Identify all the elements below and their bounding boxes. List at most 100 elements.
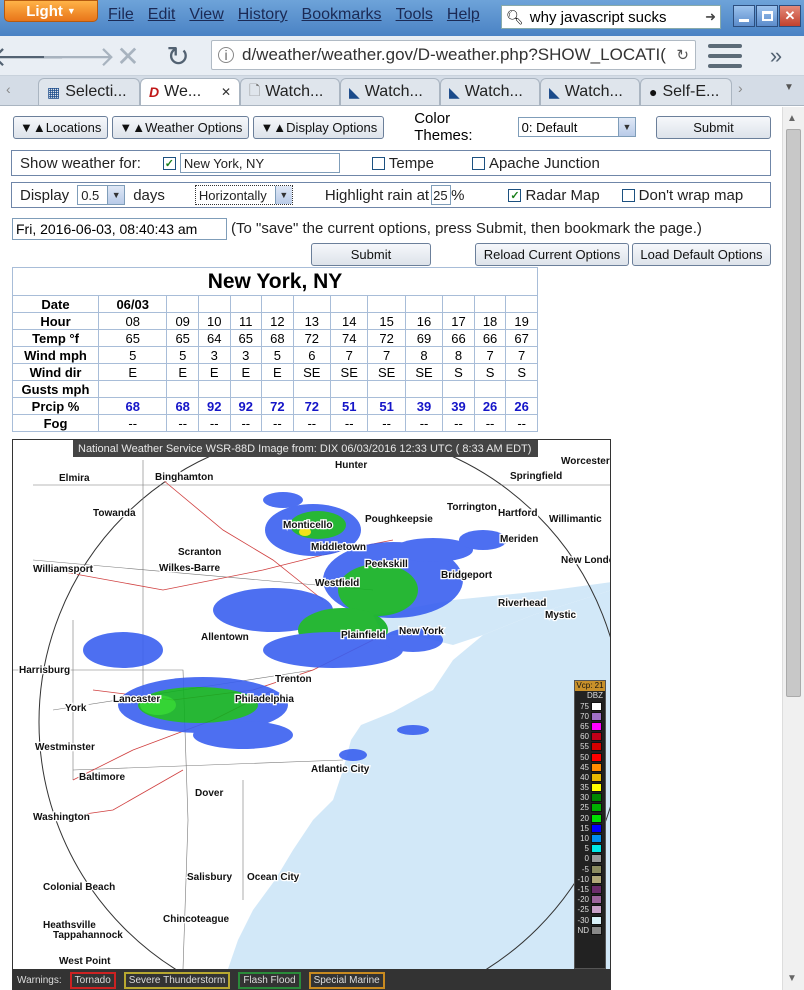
map-city-label: Elmira [59, 473, 90, 484]
temp-cell: 67 [505, 329, 538, 347]
map-city-label: Bridgeport [441, 570, 493, 581]
double-chevron-right-icon: » [769, 43, 783, 68]
menu-hamburger-button[interactable] [708, 44, 742, 68]
dont-wrap-map-checkbox[interactable] [621, 188, 635, 202]
location-input-value: New York, NY [183, 155, 265, 171]
legend-value: ND [577, 925, 589, 935]
legend-value: 70 [580, 711, 589, 721]
map-city-label: Meriden [500, 534, 538, 545]
save-hint-text: (To "save" the current options, press Su… [231, 220, 702, 237]
page-scrollbar[interactable]: ▲ ▼ [782, 107, 804, 990]
gusts-cell [404, 380, 444, 398]
overflow-button[interactable]: » [760, 40, 792, 72]
location-checkbox-tempe[interactable] [371, 156, 385, 170]
maximize-icon [761, 11, 773, 21]
wind-dir-cell: E [197, 363, 231, 381]
temp-cell: 68 [261, 329, 294, 347]
display-options-toggle-button[interactable]: ▼▲Display Options [253, 115, 385, 139]
menu-edit[interactable]: Edit [148, 6, 176, 24]
tab-watch-4[interactable]: ◣ Watch... [540, 78, 640, 105]
theme-menu-button[interactable]: Light ▼ [4, 0, 98, 22]
legend-swatch [591, 711, 602, 721]
info-icon[interactable]: i [218, 47, 234, 63]
legend-row: -15 [575, 884, 605, 894]
fog-cell: -- [229, 414, 263, 432]
tab-close-icon[interactable]: ✕ [221, 85, 231, 99]
orientation-select[interactable]: Horizontally ▼ [194, 185, 293, 205]
warnings-label: Warnings: [17, 974, 62, 986]
weather-options-toggle-button[interactable]: ▼▲Weather Options [112, 115, 250, 139]
fog-cell: -- [473, 414, 507, 432]
window-titlebar: Light ▼ File Edit View History Bookmarks… [0, 0, 804, 36]
wind-dir-cell: S [505, 363, 538, 381]
tab-scroll-right-icon[interactable]: › [738, 80, 743, 96]
warning-special-marine: Special Marine [308, 971, 385, 989]
search-box[interactable]: 🔍︎ why javascript sucks ➜ [501, 5, 721, 29]
tab-self-e[interactable]: ● Self-E... [640, 78, 732, 105]
locations-toggle-button[interactable]: ▼▲Locations [13, 115, 109, 139]
legend-value: 5 [584, 844, 589, 854]
map-city-label: Poughkeepsie [365, 514, 433, 525]
wind-dir-cell: SE [367, 363, 406, 381]
color-themes-label: Color Themes: [414, 110, 473, 144]
menu-help[interactable]: Help [447, 6, 480, 24]
submit-button[interactable]: Submit [656, 115, 771, 139]
close-window-button[interactable]: ✕ [779, 5, 801, 27]
date-cell-empty [505, 295, 538, 313]
legend-row: 75 [575, 701, 605, 711]
menu-bookmarks[interactable]: Bookmarks [302, 6, 382, 24]
date-cell-empty [292, 295, 332, 313]
highlight-rain-input[interactable]: 25 [431, 185, 452, 205]
forward-arrow-icon: 🡒 [40, 41, 116, 72]
tab-selection[interactable]: ▦ Selecti... [38, 78, 140, 105]
fog-cell: -- [330, 414, 369, 432]
submit-button-secondary[interactable]: Submit [311, 243, 431, 266]
map-city-label: Plainfield [341, 630, 385, 641]
precip-cell: 92 [229, 397, 263, 415]
url-reload-icon[interactable]: ↻ [676, 46, 689, 64]
gusts-cell [505, 380, 538, 398]
menu-history[interactable]: History [238, 6, 288, 24]
location-checkbox-new-york[interactable]: ✓ [162, 156, 176, 170]
legend-swatch [591, 905, 602, 915]
forward-button[interactable]: 🡒 [40, 40, 115, 72]
location-checkbox-apache[interactable] [471, 156, 485, 170]
map-city-label: Binghamton [155, 472, 213, 483]
wind-mph-cell: 7 [367, 346, 406, 364]
location-input[interactable]: New York, NY [179, 153, 340, 173]
maximize-button[interactable] [756, 5, 778, 27]
wind-mph-cell: 5 [166, 346, 199, 364]
menu-view[interactable]: View [189, 6, 223, 24]
radar-map-checkbox[interactable]: ✓ [508, 188, 522, 202]
scrollbar-thumb[interactable] [786, 129, 801, 697]
scroll-down-icon[interactable]: ▼ [787, 973, 797, 984]
search-go-icon[interactable]: ➜ [705, 9, 716, 25]
hamburger-line [708, 54, 742, 58]
color-theme-select[interactable]: 0: Default ▼ [517, 117, 637, 137]
scroll-up-icon[interactable]: ▲ [787, 113, 797, 124]
days-select[interactable]: 0.5 ▼ [77, 185, 126, 205]
legend-row: 65 [575, 721, 605, 731]
reload-button[interactable]: ↻ [162, 40, 194, 72]
tab-watch-1[interactable]: 🗋 Watch... [240, 78, 340, 105]
display-label: Display [20, 186, 70, 204]
fog-cell: -- [505, 414, 538, 432]
minimize-button[interactable] [733, 5, 755, 27]
stop-button[interactable]: ✕ [112, 40, 144, 72]
reload-current-options-button[interactable]: Reload Current Options [475, 243, 629, 266]
back-button[interactable]: 🡐 [0, 40, 66, 72]
tab-weather[interactable]: D We... ✕ [140, 78, 240, 105]
tab-list-icon[interactable]: ▼ [784, 82, 794, 93]
legend-value: -15 [577, 884, 589, 894]
tab-scroll-left-icon[interactable]: ‹ [6, 81, 11, 97]
url-bar[interactable]: i d/weather/weather.gov/D-weather.php?SH… [211, 40, 696, 70]
tab-watch-2[interactable]: ◣ Watch... [340, 78, 440, 105]
tab-label: Selecti... [65, 83, 127, 100]
map-city-label: Dover [195, 788, 223, 799]
gusts-cell [229, 380, 263, 398]
tab-watch-3[interactable]: ◣ Watch... [440, 78, 540, 105]
menu-tools[interactable]: Tools [396, 6, 433, 24]
menu-file[interactable]: File [108, 6, 134, 24]
percent-label: % [451, 186, 465, 204]
load-default-options-button[interactable]: Load Default Options [632, 243, 771, 266]
